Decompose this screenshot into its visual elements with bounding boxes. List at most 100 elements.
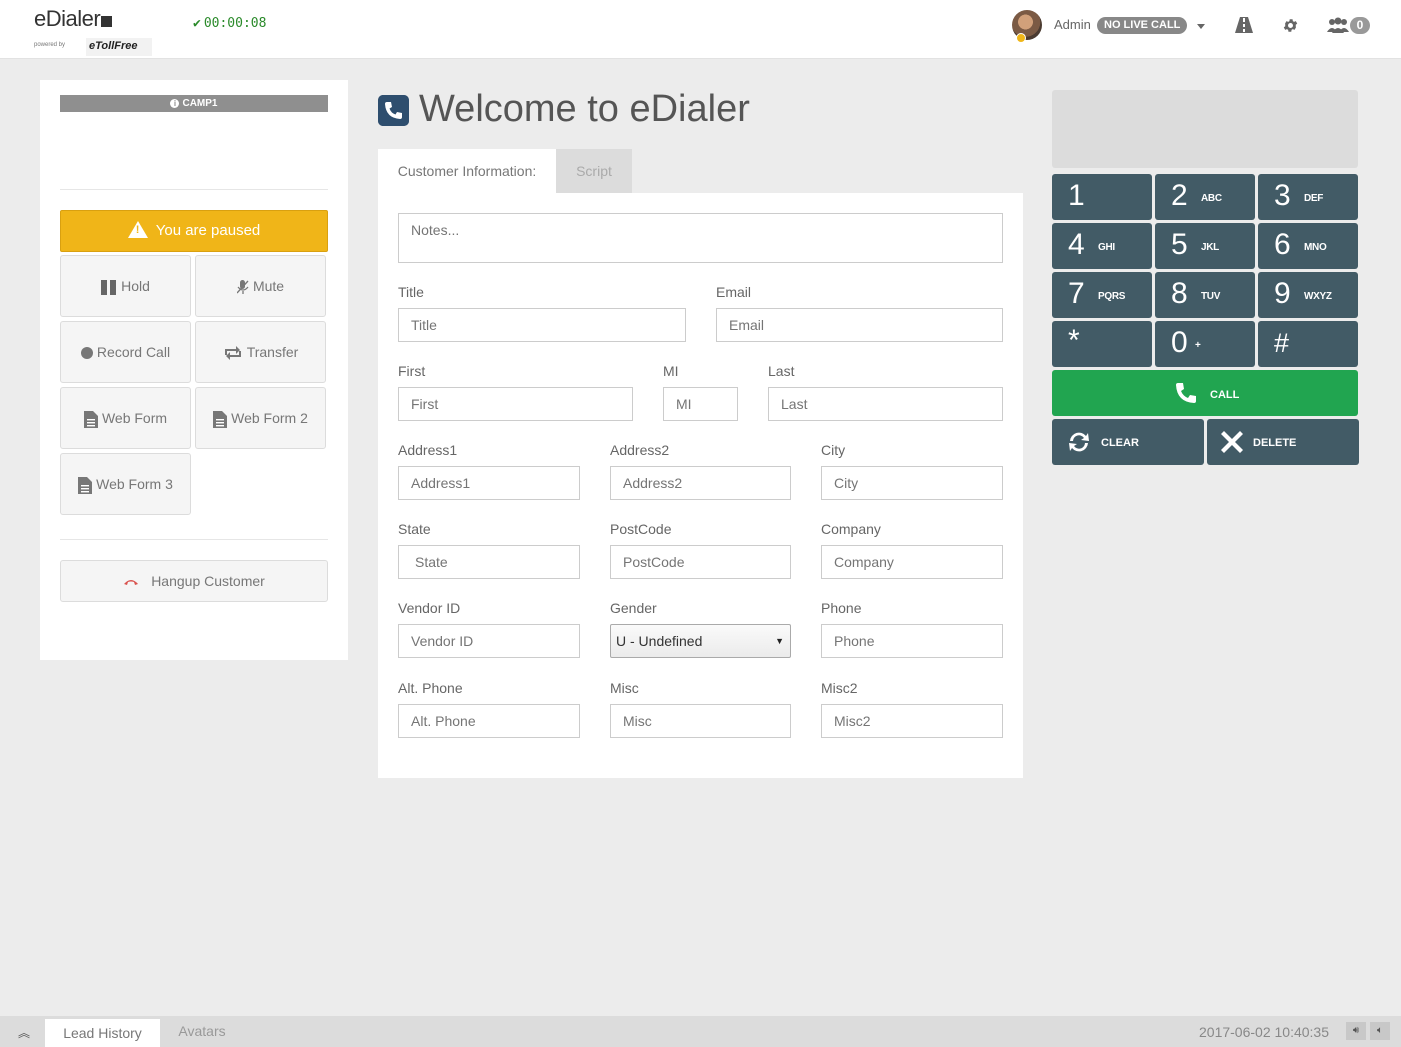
dialpad-key-8[interactable]: 8 TUV: [1155, 272, 1255, 318]
tab-lead-history[interactable]: Lead History: [45, 1019, 160, 1047]
key-letters: JKL: [1201, 242, 1219, 253]
microphone-slash-icon: [236, 279, 249, 294]
record-call-button[interactable]: Record Call: [60, 321, 191, 383]
paused-button[interactable]: You are paused: [60, 210, 328, 252]
notes-textarea[interactable]: [398, 213, 1003, 263]
dialpad-key-5[interactable]: 5 JKL: [1155, 223, 1255, 269]
key-letters: PQRS: [1098, 291, 1126, 302]
dialpad-key-1[interactable]: 1: [1052, 174, 1152, 220]
tab-customer-information[interactable]: Customer Information:: [378, 149, 556, 194]
key-number: 4: [1068, 228, 1085, 261]
web-form-button[interactable]: Web Form: [60, 387, 191, 449]
divider: [60, 189, 328, 190]
hangup-customer-button[interactable]: Hangup Customer: [60, 560, 328, 602]
postcode-input[interactable]: [610, 545, 791, 579]
logo-powered-by: powered by: [34, 42, 66, 48]
road-icon[interactable]: [1235, 17, 1253, 33]
phone-square-icon: [378, 95, 409, 126]
volume-up-icon[interactable]: 🔊︎: [1346, 1022, 1366, 1040]
city-label: City: [821, 442, 846, 458]
agent-controls-panel: iCAMP1 You are paused Hold Mute Record C…: [40, 80, 348, 660]
dialpad-key-0[interactable]: 0 +: [1155, 321, 1255, 367]
key-number: #: [1274, 328, 1290, 358]
dialpad-key-2[interactable]: 2 ABC: [1155, 174, 1255, 220]
datetime-display: 2017-06-02 10:40:35: [1199, 1024, 1329, 1040]
dialpad-key-hash[interactable]: #: [1258, 321, 1358, 367]
dialpad-key-star[interactable]: *: [1052, 321, 1152, 367]
transfer-label: Transfer: [246, 344, 299, 360]
chevron-up-icon[interactable]: ︽: [18, 1024, 30, 1041]
dialpad-key-4[interactable]: 4 GHI: [1052, 223, 1152, 269]
tab-avatars[interactable]: Avatars: [162, 1019, 242, 1047]
volume-down-icon[interactable]: 🔈︎: [1370, 1022, 1390, 1040]
dialpad-key-3[interactable]: 3 DEF: [1258, 174, 1358, 220]
users-icon[interactable]: [1327, 17, 1349, 34]
call-status-badge: NO LIVE CALL: [1097, 17, 1188, 34]
key-number: *: [1068, 324, 1080, 357]
email-input[interactable]: [716, 308, 1003, 342]
misc-input[interactable]: [610, 704, 791, 738]
select-arrow-icon: ▼: [775, 636, 784, 646]
chevron-down-icon[interactable]: [1197, 24, 1205, 29]
web-form-3-button[interactable]: Web Form 3: [60, 453, 191, 515]
hold-button[interactable]: Hold: [60, 255, 191, 317]
campaign-label: i CAMP1: [60, 95, 328, 112]
clear-button[interactable]: CLEAR: [1052, 419, 1204, 465]
dialpad-key-7[interactable]: 7 PQRS: [1052, 272, 1152, 318]
users-count-badge: 0: [1350, 17, 1370, 34]
logo[interactable]: eDialer powered by eTollFree: [34, 6, 152, 56]
address1-label: Address1: [398, 442, 458, 458]
status-dot-icon: [1016, 33, 1026, 43]
file-icon: [213, 410, 228, 428]
delete-button[interactable]: DELETE: [1207, 419, 1359, 465]
key-number: 2: [1171, 179, 1188, 212]
gender-select[interactable]: U - Undefined ▼: [610, 624, 791, 658]
company-input[interactable]: [821, 545, 1003, 579]
vendor-id-input[interactable]: [398, 624, 580, 658]
mi-input[interactable]: [663, 387, 738, 421]
mute-button[interactable]: Mute: [195, 255, 326, 317]
web-form-3-label: Web Form 3: [96, 476, 173, 492]
top-bar: eDialer powered by eTollFree ✔ 00:00:08 A…: [0, 0, 1401, 59]
mute-label: Mute: [252, 278, 285, 294]
refresh-icon: [1069, 432, 1089, 452]
page-title: Welcome to eDialer: [419, 88, 750, 130]
last-name-input[interactable]: [768, 387, 1003, 421]
phone-input[interactable]: [821, 624, 1003, 658]
divider: [60, 539, 328, 540]
dialpad-key-9[interactable]: 9 WXYZ: [1258, 272, 1358, 318]
vendor-id-label: Vendor ID: [398, 600, 461, 616]
key-number: 6: [1274, 228, 1291, 261]
first-name-input[interactable]: [398, 387, 633, 421]
logo-box-icon: [101, 16, 113, 27]
hold-label: Hold: [121, 278, 150, 294]
campaign-name: CAMP1: [182, 98, 218, 109]
first-label: First: [398, 363, 426, 379]
gear-icon[interactable]: [1282, 17, 1299, 34]
file-icon: [83, 410, 98, 428]
address1-input[interactable]: [398, 466, 580, 500]
web-form-label: Web Form: [101, 410, 168, 426]
address2-input[interactable]: [610, 466, 791, 500]
web-form-2-button[interactable]: Web Form 2: [195, 387, 326, 449]
call-button[interactable]: CALL: [1052, 370, 1358, 416]
record-icon: [80, 347, 93, 360]
title-input[interactable]: [398, 308, 686, 342]
pause-icon: [101, 279, 117, 295]
customer-information-form: Title Email First MI Last Address1 Addre…: [378, 193, 1023, 778]
user-name[interactable]: Admin: [1054, 17, 1091, 32]
state-input[interactable]: [398, 545, 580, 579]
city-input[interactable]: [821, 466, 1003, 500]
alt-phone-input[interactable]: [398, 704, 580, 738]
dialpad-key-6[interactable]: 6 MNO: [1258, 223, 1358, 269]
transfer-button[interactable]: Transfer: [195, 321, 326, 383]
key-letters: GHI: [1098, 242, 1115, 253]
key-letters: +: [1195, 340, 1201, 351]
key-letters: WXYZ: [1304, 291, 1332, 302]
hangup-label: Hangup Customer: [151, 573, 265, 589]
phone-label: Phone: [821, 600, 862, 616]
timer-value: 00:00:08: [203, 16, 267, 31]
misc2-input[interactable]: [821, 704, 1003, 738]
tab-script[interactable]: Script: [556, 149, 632, 194]
key-number: 7: [1068, 277, 1085, 310]
